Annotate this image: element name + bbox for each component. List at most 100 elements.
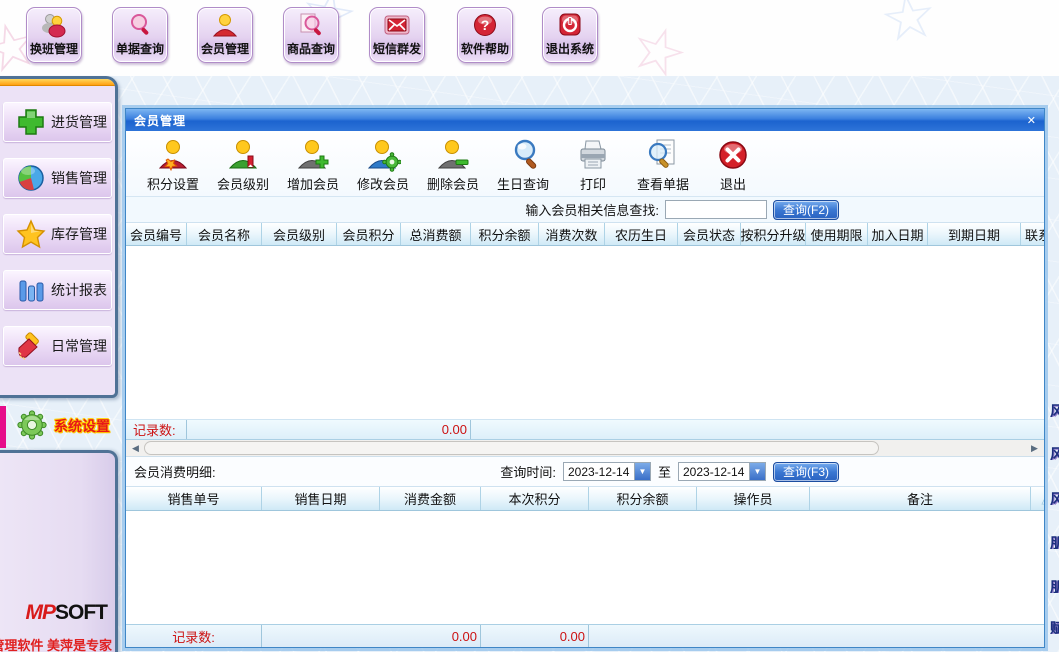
birthday-search-icon bbox=[505, 137, 541, 173]
column-header[interactable]: 消费次数 bbox=[539, 223, 605, 245]
column-header[interactable]: 消费金额 bbox=[380, 487, 481, 510]
record-count-label: 记录数: bbox=[126, 625, 262, 647]
column-header[interactable]: 使用期限 bbox=[806, 223, 868, 245]
toolbar-button-label: 换班管理 bbox=[30, 40, 78, 57]
column-header[interactable]: 操作员 bbox=[697, 487, 810, 510]
member-remove-icon bbox=[435, 137, 471, 173]
column-header[interactable]: 联系电话 bbox=[1021, 223, 1044, 245]
toolbar-button-label: 退出系统 bbox=[546, 40, 594, 57]
chevron-down-icon[interactable]: ▼ bbox=[749, 463, 765, 480]
logo-mp-text: MP bbox=[26, 601, 56, 624]
close-icon[interactable]: ✕ bbox=[1027, 114, 1036, 127]
record-count-value: 0.00 bbox=[401, 420, 471, 439]
software-help-button[interactable]: ? 软件帮助 bbox=[457, 7, 513, 63]
date-to-value: 2023-12-14 bbox=[679, 465, 749, 479]
column-header[interactable]: 农历生日 bbox=[605, 223, 678, 245]
exit-button[interactable]: 退出 bbox=[701, 137, 765, 193]
sidebar-item-statistics[interactable]: 统计报表 bbox=[3, 270, 112, 310]
detail-table-header: 销售单号 销售日期 消费金额 本次积分 积分余额 操作员 备注 △ bbox=[126, 487, 1044, 511]
brand-slogan: 管理软件 美萍是专家 bbox=[0, 635, 112, 652]
left-sidebar: 进货管理 销售管理 库存管理 统计报表 日常管理 bbox=[0, 76, 118, 398]
member-star-icon bbox=[155, 137, 191, 173]
consumption-detail-bar: 会员消费明细: 查询时间: 2023-12-14 ▼ 至 2023-12-14 … bbox=[126, 457, 1044, 487]
toolbar-button-label: 商品查询 bbox=[287, 40, 335, 57]
date-to-picker[interactable]: 2023-12-14 ▼ bbox=[678, 462, 766, 481]
member-level-button[interactable]: 会员级别 bbox=[211, 137, 275, 193]
exit-system-button[interactable]: 退出系统 bbox=[542, 7, 598, 63]
column-header[interactable]: 会员编号 bbox=[126, 223, 187, 245]
column-header[interactable]: 积分余额 bbox=[471, 223, 539, 245]
sidebar-item-sales[interactable]: 销售管理 bbox=[3, 158, 112, 198]
column-header[interactable]: 本次积分 bbox=[481, 487, 589, 510]
column-header[interactable]: 按积分升级 bbox=[741, 223, 806, 245]
toolbar-item-label: 退出 bbox=[720, 174, 746, 193]
column-header[interactable]: 会员级别 bbox=[262, 223, 337, 245]
brush-icon bbox=[16, 331, 46, 361]
date-from-picker[interactable]: 2023-12-14 ▼ bbox=[563, 462, 651, 481]
clipped-background-glyph: 风双 bbox=[1050, 444, 1059, 460]
shift-people-icon bbox=[39, 11, 69, 39]
detail-table-body bbox=[126, 511, 1044, 624]
detail-query-button[interactable]: 查询(F3) bbox=[773, 462, 839, 482]
toolbar-button-label: 软件帮助 bbox=[461, 40, 509, 57]
column-header[interactable]: 总消费额 bbox=[401, 223, 471, 245]
shift-management-button[interactable]: 换班管理 bbox=[26, 7, 82, 63]
record-count-points: 0.00 bbox=[481, 625, 589, 647]
member-edit-icon bbox=[365, 137, 401, 173]
member-add-icon bbox=[295, 137, 331, 173]
star-icon bbox=[16, 219, 46, 249]
add-member-button[interactable]: 增加会员 bbox=[281, 137, 345, 193]
column-header[interactable]: 加入日期 bbox=[868, 223, 928, 245]
scroll-right-icon[interactable]: ▶ bbox=[1027, 441, 1042, 456]
sms-broadcast-button[interactable]: 短信群发 bbox=[369, 7, 425, 63]
toolbar-item-label: 打印 bbox=[580, 174, 606, 193]
points-settings-button[interactable]: 积分设置 bbox=[141, 137, 205, 193]
top-toolbar-strip: ☆ ☆ ☆ ☆ 换班管理 单据查询 会员管理 商品查询 短信群发 ? bbox=[0, 0, 1059, 76]
member-search-button[interactable]: 查询(F2) bbox=[773, 200, 839, 220]
product-query-button[interactable]: 商品查询 bbox=[283, 7, 339, 63]
member-management-button[interactable]: 会员管理 bbox=[197, 7, 253, 63]
sidebar-item-purchase[interactable]: 进货管理 bbox=[3, 102, 112, 142]
sidebar-item-inventory[interactable]: 库存管理 bbox=[3, 214, 112, 254]
record-count-label: 记录数: bbox=[126, 420, 187, 439]
column-header[interactable]: 销售单号 bbox=[126, 487, 262, 510]
birthday-query-button[interactable]: 生日查询 bbox=[491, 137, 555, 193]
clipped-background-glyph: 风双 bbox=[1050, 401, 1059, 417]
view-receipt-button[interactable]: 查看单据 bbox=[631, 137, 695, 193]
mpsoft-logo: MPSOFT bbox=[26, 601, 108, 625]
panel-toolbar: 积分设置 会员级别 增加会员 修改会员 删除会员 bbox=[126, 131, 1044, 197]
scrollbar-thumb[interactable] bbox=[144, 441, 879, 455]
sort-indicator-icon[interactable]: △ bbox=[1031, 487, 1044, 510]
scroll-left-icon[interactable]: ◀ bbox=[128, 441, 143, 456]
svg-text:?: ? bbox=[481, 17, 490, 33]
clipped-background-glyph: 赋值 bbox=[1050, 618, 1059, 634]
toolbar-item-label: 修改会员 bbox=[357, 174, 409, 193]
edit-member-button[interactable]: 修改会员 bbox=[351, 137, 415, 193]
member-level-icon bbox=[225, 137, 261, 173]
sidebar-item-system-settings[interactable]: 系统设置 bbox=[0, 402, 130, 450]
toolbar-item-label: 查看单据 bbox=[637, 174, 689, 193]
column-header[interactable]: 销售日期 bbox=[262, 487, 380, 510]
chevron-down-icon[interactable]: ▼ bbox=[634, 463, 650, 480]
exit-icon bbox=[715, 137, 751, 173]
print-button[interactable]: 打印 bbox=[561, 137, 625, 193]
column-header[interactable]: 会员名称 bbox=[187, 223, 262, 245]
green-plus-icon bbox=[16, 107, 46, 137]
column-header[interactable]: 会员积分 bbox=[337, 223, 401, 245]
help-icon: ? bbox=[470, 11, 500, 39]
sidebar-item-label: 销售管理 bbox=[51, 168, 107, 188]
column-header[interactable]: 到期日期 bbox=[928, 223, 1021, 245]
receipt-query-button[interactable]: 单据查询 bbox=[112, 7, 168, 63]
delete-member-button[interactable]: 删除会员 bbox=[421, 137, 485, 193]
record-count-amount: 0.00 bbox=[380, 625, 481, 647]
column-header[interactable]: 积分余额 bbox=[589, 487, 697, 510]
member-search-input[interactable] bbox=[665, 200, 767, 219]
horizontal-scrollbar[interactable]: ◀ ▶ bbox=[126, 440, 1044, 457]
sidebar-item-daily[interactable]: 日常管理 bbox=[3, 326, 112, 366]
toolbar-item-label: 会员级别 bbox=[217, 174, 269, 193]
pie-chart-icon bbox=[16, 163, 46, 193]
column-header[interactable]: 备注 bbox=[810, 487, 1031, 510]
brand-panel: MPSOFT 管理软件 美萍是专家 bbox=[0, 450, 118, 652]
column-header[interactable]: 会员状态 bbox=[678, 223, 741, 245]
member-icon bbox=[210, 11, 240, 39]
